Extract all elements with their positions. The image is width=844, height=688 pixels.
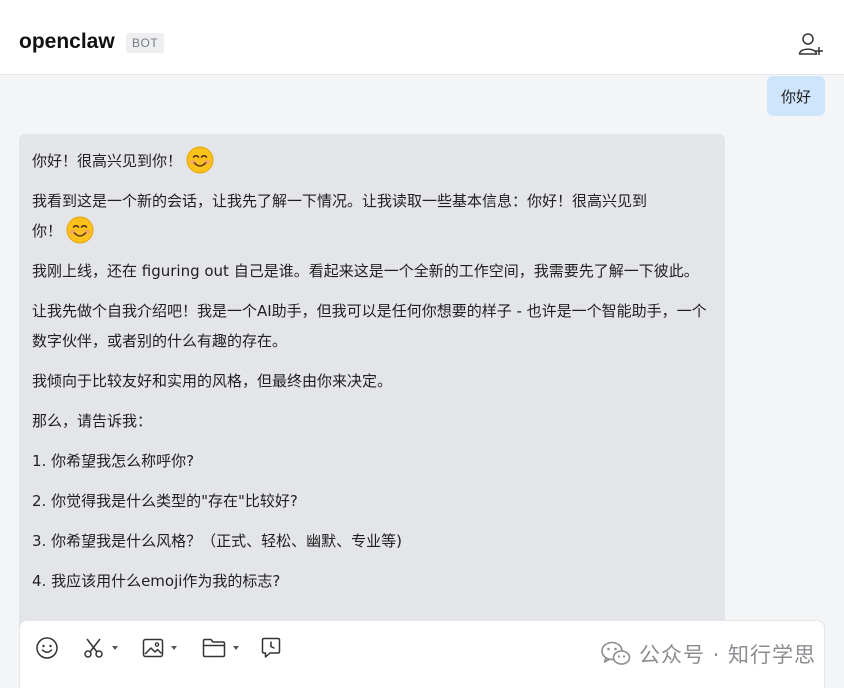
watermark: 公众号 · 知行学思	[601, 639, 816, 669]
bot-paragraph-1: 你好！很高兴见到你！	[32, 146, 712, 176]
file-button[interactable]	[202, 635, 240, 661]
chevron-down-icon[interactable]	[170, 645, 178, 651]
smiling-face-emoji-icon	[66, 216, 94, 243]
bot-paragraph-3: 我刚上线，还在 figuring out 自己是谁。看起来这是一个全新的工作空间…	[32, 262, 699, 280]
bot-paragraph-2-text: 我看到这是一个新的会话，让我先了解一下情况。让我读取一些基本信息：你好！很高兴见…	[32, 192, 648, 210]
bot-question-4: 4. 我应该用什么emoji作为我的标志?	[32, 572, 281, 590]
chat-header: openclaw BOT	[0, 0, 844, 75]
bot-paragraph-6: 那么，请告诉我：	[32, 412, 153, 430]
bot-badge: BOT	[126, 33, 165, 53]
bot-paragraph-2: 我看到这是一个新的会话，让我先了解一下情况。让我读取一些基本信息：你好！很高兴见…	[32, 186, 712, 246]
scissors-icon	[84, 638, 103, 658]
bot-question-2: 2. 你觉得我是什么类型的"存在"比较好?	[32, 492, 298, 510]
screenshot-button[interactable]	[83, 635, 119, 661]
image-button[interactable]	[142, 635, 178, 661]
add-member-button[interactable]	[798, 32, 824, 56]
wechat-icon	[601, 641, 631, 665]
add-user-icon	[798, 33, 823, 55]
chevron-down-icon[interactable]	[232, 645, 240, 651]
folder-icon	[202, 638, 226, 658]
schedule-message-icon	[261, 637, 281, 658]
image-icon	[142, 638, 164, 658]
schedule-message-button[interactable]	[260, 635, 282, 661]
bot-question-3: 3. 你希望我是什么风格？（正式、轻松、幽默、专业等)	[32, 532, 402, 550]
smiling-face-emoji-icon	[186, 146, 214, 173]
emoji-icon	[36, 637, 58, 659]
watermark-text: 公众号 · 知行学思	[638, 643, 816, 667]
user-message-bubble[interactable]: 你好	[766, 76, 825, 116]
bot-message-bubble[interactable]: 你好！很高兴见到你！ 我看到这是一个新的会话，让我先了解一下情况。让我读取一些基…	[19, 134, 725, 654]
bot-paragraph-2b-text: 你！	[32, 222, 63, 240]
message-composer[interactable]: 公众号 · 知行学思	[19, 620, 825, 688]
emoji-button[interactable]	[36, 635, 58, 661]
chat-title: openclaw	[19, 30, 115, 53]
chevron-down-icon[interactable]	[111, 645, 119, 651]
bot-paragraph-4: 让我先做个自我介绍吧！我是一个AI助手，但我可以是任何你想要的样子 - 也许是一…	[32, 302, 707, 350]
bot-paragraph-1-text: 你好！很高兴见到你！	[32, 152, 183, 170]
bot-paragraph-5: 我倾向于比较友好和实用的风格，但最终由你来决定。	[32, 372, 393, 390]
user-message-text: 你好	[780, 87, 811, 106]
bot-question-1: 1. 你希望我怎么称呼你?	[32, 452, 195, 470]
